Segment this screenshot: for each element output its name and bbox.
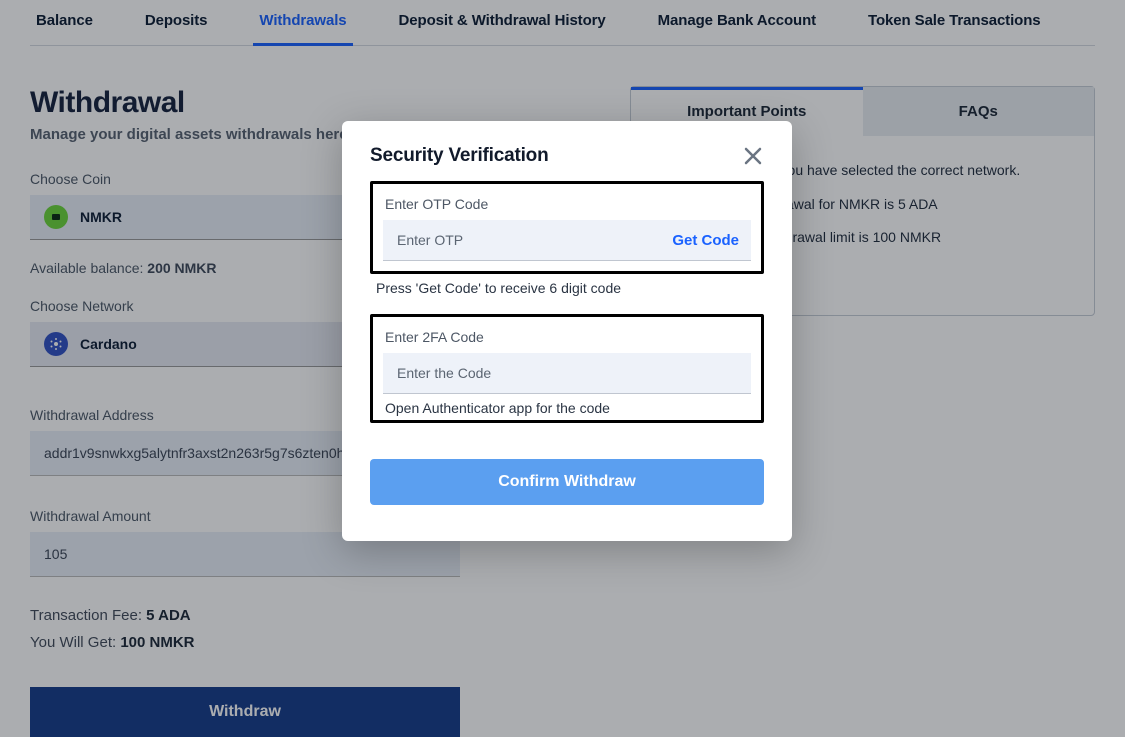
- close-icon[interactable]: [742, 145, 764, 167]
- otp-hint: Press 'Get Code' to receive 6 digit code: [376, 280, 758, 296]
- get-code-button[interactable]: Get Code: [672, 232, 739, 249]
- otp-input-row: Get Code: [383, 220, 751, 261]
- twofa-input-row: [383, 353, 751, 394]
- security-verification-modal: Security Verification Enter OTP Code Get…: [342, 121, 792, 541]
- confirm-withdraw-button[interactable]: Confirm Withdraw: [370, 459, 764, 505]
- twofa-label: Enter 2FA Code: [385, 329, 749, 345]
- twofa-hint: Open Authenticator app for the code: [385, 400, 749, 418]
- modal-title: Security Verification: [370, 145, 548, 167]
- otp-label: Enter OTP Code: [385, 196, 749, 212]
- modal-header: Security Verification: [370, 145, 764, 167]
- twofa-block: Enter 2FA Code Open Authenticator app fo…: [370, 314, 764, 423]
- twofa-input[interactable]: [395, 353, 739, 393]
- otp-input[interactable]: [395, 220, 672, 260]
- otp-block: Enter OTP Code Get Code: [370, 181, 764, 274]
